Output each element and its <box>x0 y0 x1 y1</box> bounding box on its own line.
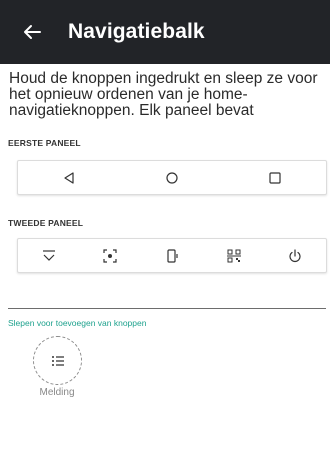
nav-recents-button[interactable] <box>257 163 293 193</box>
page-title: Navigatiebalk <box>68 20 205 43</box>
nav-qr-button[interactable] <box>216 241 252 271</box>
power-icon <box>289 248 301 262</box>
second-panel <box>17 238 327 273</box>
drag-section-label: Slepen voor toevoegen van knoppen <box>8 318 147 328</box>
screenshot-icon <box>103 248 117 263</box>
hide-navbar-icon <box>42 249 55 261</box>
app-bar: Navigatiebalk <box>0 0 330 64</box>
nav-back-button[interactable] <box>51 163 87 193</box>
panel1-label: EERSTE PANEEL <box>8 138 81 148</box>
home-circle-icon <box>166 171 178 184</box>
divider <box>8 308 326 309</box>
back-triangle-icon <box>64 171 74 184</box>
drag-item-circle <box>33 336 82 385</box>
nav-screenshot-button[interactable] <box>92 241 128 271</box>
first-panel <box>17 160 327 195</box>
qr-scan-icon <box>226 249 241 262</box>
nav-power-button[interactable] <box>277 241 313 271</box>
drag-item-label: Melding <box>39 387 75 398</box>
nav-rotate-button[interactable] <box>154 241 190 271</box>
notification-list-icon <box>51 355 64 366</box>
back-button[interactable] <box>12 12 52 52</box>
recents-square-icon <box>269 171 281 184</box>
panel2-label: TWEEDE PANEEL <box>8 218 84 228</box>
draggable-notification-button[interactable]: Melding <box>33 336 83 398</box>
instructions-text: Houd de knoppen ingedrukt en sleep ze vo… <box>9 70 318 119</box>
rotate-screen-icon <box>167 248 178 263</box>
nav-home-button[interactable] <box>154 163 190 193</box>
nav-hide-button[interactable] <box>31 241 67 271</box>
arrow-left-icon <box>24 25 41 39</box>
